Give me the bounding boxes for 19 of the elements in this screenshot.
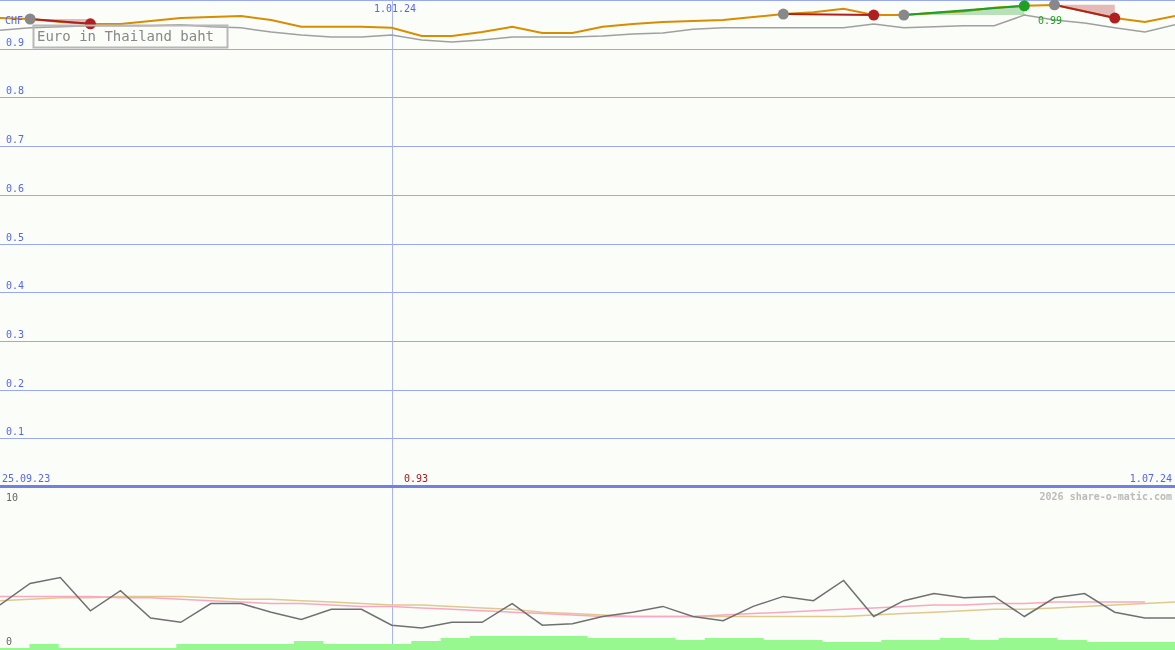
axis-label: 0.3 (6, 328, 25, 340)
axis-label: 0.4 (6, 279, 25, 291)
axis-label: 0.6 (6, 182, 25, 194)
legend-label: Euro in Thailand baht (32, 24, 229, 49)
axis-label: 10 (6, 491, 19, 503)
date-label: 1.01.24 (373, 3, 417, 14)
axis-label: 0.2 (6, 377, 25, 389)
price-label: 0.93 (404, 473, 429, 484)
axis-label: 0 (6, 635, 13, 647)
legend-label: Euro in Thailand baht (37, 28, 215, 44)
date-label: 1.07.24 (1129, 473, 1172, 484)
axis-label: 0.1 (6, 425, 25, 437)
axis-label: 0.7 (6, 133, 25, 145)
axis-label: 0.8 (6, 84, 25, 96)
axis-label: 0.9 (6, 36, 25, 48)
copyright-text: 2026 share-o-matic.com (1039, 491, 1172, 502)
price-label: 0.99 (1038, 15, 1063, 26)
date-label: 25.09.23 (2, 473, 51, 484)
axis-label: 0.5 (6, 231, 25, 243)
